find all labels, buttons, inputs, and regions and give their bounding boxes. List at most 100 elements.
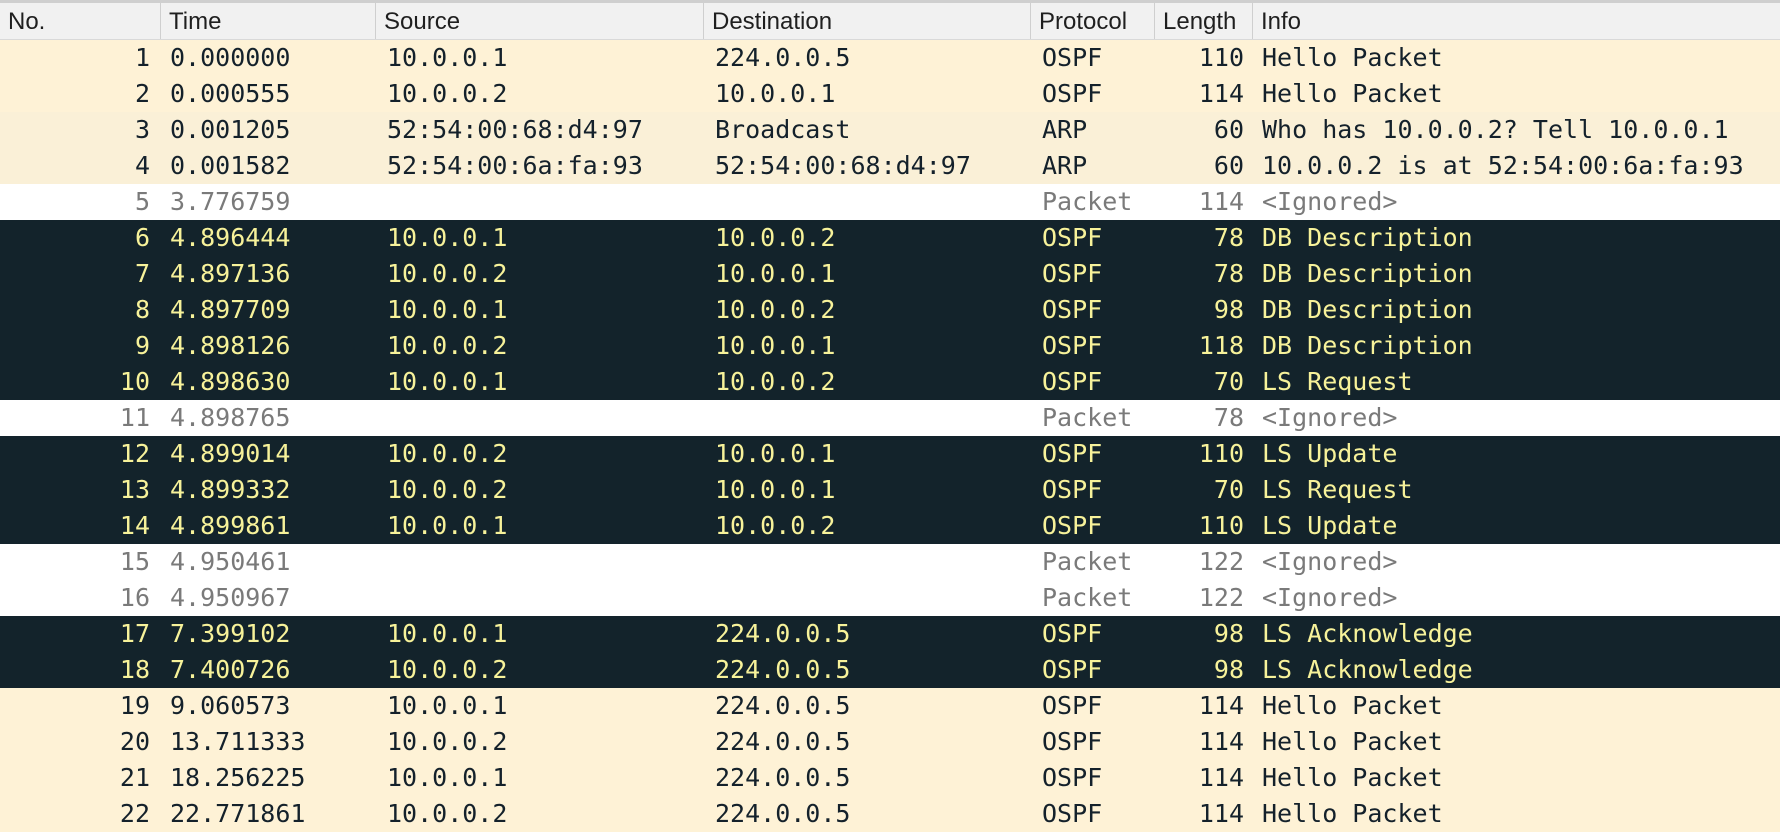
packet-destination: 224.0.0.5 <box>715 799 851 828</box>
packet-protocol: OSPF <box>1042 511 1103 540</box>
packet-row[interactable]: 19 9.060573 10.0.0.1 224.0.0.5 OSPF 114 Hello … <box>0 688 1780 724</box>
packet-destination: 224.0.0.5 <box>715 619 851 648</box>
packet-no: 14 <box>119 511 150 540</box>
packet-row[interactable]: 1 0.000000 10.0.0.1 224.0.0.5 OSPF 110 Hello P… <box>0 40 1780 76</box>
packet-time: 22.771861 <box>170 799 306 828</box>
packet-info: LS Acknowledge <box>1262 655 1473 684</box>
packet-protocol: OSPF <box>1042 295 1103 324</box>
packet-no: 22 <box>119 799 150 828</box>
packet-destination <box>703 544 1030 580</box>
packet-row[interactable]: 18 7.400726 10.0.0.2 224.0.0.5 OSPF 98 LS Ackn… <box>0 652 1780 688</box>
packet-length: 78 <box>1213 403 1244 432</box>
packet-row[interactable]: 8 4.897709 10.0.0.1 10.0.0.2 OSPF 98 DB Descri… <box>0 292 1780 328</box>
packet-protocol: OSPF <box>1042 223 1103 252</box>
packet-no: 11 <box>119 403 150 432</box>
packet-info: Hello Packet <box>1262 79 1443 108</box>
packet-row[interactable]: 12 4.899014 10.0.0.2 10.0.0.1 OSPF 110 LS Upda… <box>0 436 1780 472</box>
packet-destination: 10.0.0.2 <box>715 295 836 324</box>
packet-length: 110 <box>1198 439 1244 468</box>
packet-row[interactable]: 13 4.899332 10.0.0.2 10.0.0.1 OSPF 70 LS Reque… <box>0 472 1780 508</box>
packet-length: 114 <box>1198 763 1244 792</box>
packet-info: <Ignored> <box>1262 547 1398 576</box>
column-header-no[interactable]: No. <box>0 3 160 39</box>
packet-info: LS Acknowledge <box>1262 619 1473 648</box>
packet-info: LS Request <box>1262 475 1413 504</box>
packet-source <box>375 184 703 220</box>
packet-row[interactable]: 9 4.898126 10.0.0.2 10.0.0.1 OSPF 118 DB Descr… <box>0 328 1780 364</box>
packet-length: 78 <box>1213 223 1244 252</box>
packet-destination: 52:54:00:68:d4:97 <box>715 151 971 180</box>
packet-info: LS Update <box>1262 439 1398 468</box>
packet-protocol: OSPF <box>1042 367 1103 396</box>
packet-destination: 224.0.0.5 <box>715 43 851 72</box>
column-header-info[interactable]: Info <box>1252 3 1780 39</box>
packet-length: 98 <box>1213 619 1244 648</box>
packet-no: 2 <box>134 79 150 108</box>
packet-time: 4.898126 <box>170 331 291 360</box>
packet-protocol: OSPF <box>1042 79 1103 108</box>
packet-length: 114 <box>1198 79 1244 108</box>
packet-protocol: OSPF <box>1042 799 1103 828</box>
packet-source: 52:54:00:6a:fa:93 <box>387 151 643 180</box>
packet-length: 60 <box>1213 151 1244 180</box>
packet-length: 70 <box>1213 367 1244 396</box>
packet-row[interactable]: 20 13.711333 10.0.0.2 224.0.0.5 OSPF 114 Hello… <box>0 724 1780 760</box>
packet-info: <Ignored> <box>1262 187 1398 216</box>
packet-protocol: Packet <box>1042 403 1133 432</box>
packet-length: 114 <box>1198 691 1244 720</box>
column-header-destination[interactable]: Destination <box>703 3 1030 39</box>
packet-protocol: Packet <box>1042 187 1133 216</box>
packet-no: 13 <box>119 475 150 504</box>
packet-length: 110 <box>1198 511 1244 540</box>
packet-protocol: OSPF <box>1042 619 1103 648</box>
packet-length: 118 <box>1198 331 1244 360</box>
packet-row[interactable]: 21 18.256225 10.0.0.1 224.0.0.5 OSPF 114 Hello… <box>0 760 1780 796</box>
packet-no: 7 <box>134 259 150 288</box>
packet-no: 8 <box>134 295 150 324</box>
packet-source <box>375 580 703 616</box>
packet-row[interactable]: 11 4.898765 Packet 78 <Ignored> <box>0 400 1780 436</box>
column-header-protocol[interactable]: Protocol <box>1030 3 1154 39</box>
packet-info: LS Request <box>1262 367 1413 396</box>
packet-row[interactable]: 16 4.950967 Packet 122 <Ignored> <box>0 580 1780 616</box>
packet-row[interactable]: 14 4.899861 10.0.0.1 10.0.0.2 OSPF 110 LS Upda… <box>0 508 1780 544</box>
packet-time: 4.897136 <box>170 259 291 288</box>
packet-row[interactable]: 10 4.898630 10.0.0.1 10.0.0.2 OSPF 70 LS Reque… <box>0 364 1780 400</box>
packet-info: Hello Packet <box>1262 727 1443 756</box>
packet-info: DB Description <box>1262 223 1473 252</box>
packet-source <box>375 544 703 580</box>
packet-source: 10.0.0.2 <box>387 475 508 504</box>
column-header-time[interactable]: Time <box>160 3 375 39</box>
packet-no: 16 <box>119 583 150 612</box>
packet-time: 4.897709 <box>170 295 291 324</box>
packet-destination: 224.0.0.5 <box>715 655 851 684</box>
packet-row[interactable]: 15 4.950461 Packet 122 <Ignored> <box>0 544 1780 580</box>
packet-source: 10.0.0.2 <box>387 79 508 108</box>
packet-no: 17 <box>119 619 150 648</box>
packet-protocol: OSPF <box>1042 763 1103 792</box>
packet-destination: 10.0.0.1 <box>715 439 836 468</box>
column-header-source[interactable]: Source <box>375 3 703 39</box>
packet-row[interactable]: 6 4.896444 10.0.0.1 10.0.0.2 OSPF 78 DB Descri… <box>0 220 1780 256</box>
packet-time: 7.399102 <box>170 619 291 648</box>
packet-destination: 10.0.0.1 <box>715 79 836 108</box>
column-header: No. Time Source Destination Protocol Len… <box>0 3 1780 40</box>
packet-destination: 10.0.0.1 <box>715 331 836 360</box>
packet-no: 20 <box>119 727 150 756</box>
packet-row[interactable]: 3 0.001205 52:54:00:68:d4:97 Broadcast ARP 60… <box>0 112 1780 148</box>
packet-info: <Ignored> <box>1262 403 1398 432</box>
packet-time: 4.950461 <box>170 547 291 576</box>
packet-row[interactable]: 17 7.399102 10.0.0.1 224.0.0.5 OSPF 98 LS Ackn… <box>0 616 1780 652</box>
packet-length: 114 <box>1198 187 1244 216</box>
packet-destination <box>703 400 1030 436</box>
packet-row[interactable]: 5 3.776759 Packet 114 <Ignored> <box>0 184 1780 220</box>
packet-row[interactable]: 2 0.000555 10.0.0.2 10.0.0.1 OSPF 114 Hello Pa… <box>0 76 1780 112</box>
packet-row[interactable]: 7 4.897136 10.0.0.2 10.0.0.1 OSPF 78 DB Descri… <box>0 256 1780 292</box>
packet-time: 3.776759 <box>170 187 291 216</box>
packet-length: 122 <box>1198 583 1244 612</box>
packet-row[interactable]: 22 22.771861 10.0.0.2 224.0.0.5 OSPF 114 Hello… <box>0 796 1780 832</box>
packet-source: 10.0.0.2 <box>387 331 508 360</box>
packet-row[interactable]: 4 0.001582 52:54:00:6a:fa:93 52:54:00:68:d4… <box>0 148 1780 184</box>
column-header-length[interactable]: Length <box>1154 3 1252 39</box>
packet-destination: 10.0.0.2 <box>715 511 836 540</box>
